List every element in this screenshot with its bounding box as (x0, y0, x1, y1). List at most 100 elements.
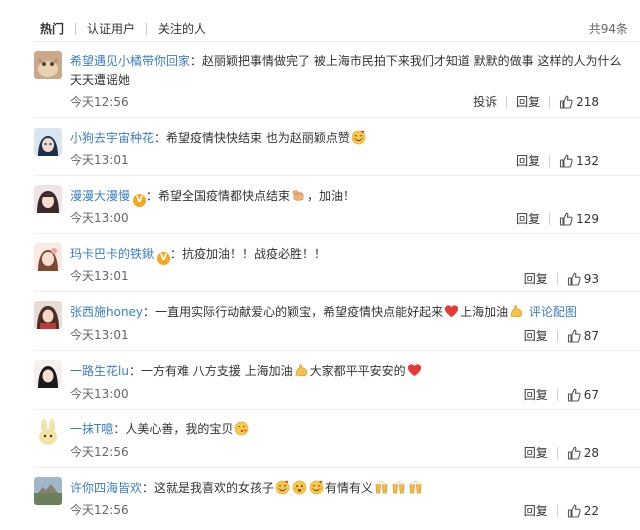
tab-verified-users[interactable]: 认证用户 (87, 20, 135, 38)
commenter-name[interactable]: 一抹T噫 (70, 422, 113, 436)
avatar[interactable] (34, 360, 62, 388)
action-divider (506, 96, 508, 108)
avatar[interactable] (34, 185, 62, 213)
verified-badge-icon: V (157, 252, 171, 265)
commenter-name[interactable]: 漫漫大漫慢 (70, 189, 130, 203)
avatar[interactable] (34, 243, 62, 271)
commenter-name[interactable]: 一路生花lu (70, 364, 129, 378)
name-separator: ： (170, 247, 183, 261)
tab-hot[interactable]: 热门 (40, 20, 64, 38)
commenter-name[interactable]: 许你四海皆欢 (70, 481, 142, 495)
commenter-name[interactable]: 希望遇见小橘带你回家 (70, 54, 190, 68)
comment-text: ，加油！ (307, 189, 356, 203)
comment-time: 今天13:00 (70, 211, 129, 225)
reply-button[interactable]: 回复 (516, 153, 540, 169)
reply-button[interactable]: 回复 (524, 328, 548, 344)
divider (34, 409, 640, 410)
commenter-name[interactable]: 小狗去宇宙种花 (70, 131, 154, 145)
name-separator: ： (128, 364, 141, 378)
like-count: 67 (583, 388, 599, 402)
comment-time: 今天13:01 (70, 269, 129, 283)
comment-body: 小狗去宇宙种花：希望疫情快快结束 也为赵丽颖点赞 (70, 129, 628, 148)
thumbs-up-icon (567, 329, 581, 343)
divider (34, 41, 640, 42)
comment-text: 希望疫情快快结束 也为赵丽颖点赞 (166, 131, 350, 145)
view-comment-image-link[interactable]: 评论配图 (529, 305, 577, 319)
kiss-face-emoji-icon (234, 421, 249, 436)
action-divider (556, 505, 558, 517)
comment-actions: 投诉 回复 218 (473, 94, 599, 110)
name-separator: ： (143, 305, 156, 319)
divider (34, 117, 640, 118)
reply-button[interactable]: 回复 (524, 445, 548, 461)
divider (34, 175, 640, 176)
like-button[interactable]: 132 (559, 153, 599, 169)
comment-time: 今天13:01 (70, 153, 129, 167)
avatar[interactable] (34, 418, 62, 446)
avatar[interactable] (34, 128, 62, 156)
divider (34, 350, 640, 351)
comment-total-count: 共94条 (588, 22, 628, 36)
reply-button[interactable]: 回复 (524, 503, 548, 519)
avatar[interactable] (34, 301, 62, 329)
commenter-name[interactable]: 张西施honey (70, 305, 143, 319)
thumbs-up-icon (567, 504, 581, 518)
name-separator: ： (113, 422, 126, 436)
comment-text: 这就是我喜欢的女孩子 (154, 481, 275, 495)
thumbs-up-icon (559, 212, 573, 226)
comment-text: 一方有难 八方支援 上海加油 (140, 364, 293, 378)
muscle-emoji-icon (509, 304, 524, 319)
comment-actions: 回复 28 (524, 445, 599, 461)
fist-emoji-icon (291, 188, 306, 203)
reply-button[interactable]: 回复 (516, 94, 540, 110)
heart-emoji-icon (444, 304, 459, 319)
cheers-emoji-icon (391, 480, 406, 495)
comment-body: 一抹T噫：人美心善，我的宝贝 (70, 420, 628, 439)
action-divider (556, 273, 558, 285)
thumbs-up-icon (559, 154, 573, 168)
name-separator: ： (190, 54, 203, 68)
divider (34, 291, 640, 292)
love-face-emoji-icon (275, 480, 290, 495)
love-face-emoji-icon (351, 130, 366, 145)
wow-face-emoji-icon (292, 480, 307, 495)
thumbs-up-icon (567, 272, 581, 286)
divider (34, 233, 640, 234)
like-button[interactable]: 28 (567, 445, 599, 461)
cheers-emoji-icon (374, 480, 389, 495)
avatar[interactable] (34, 477, 62, 505)
comment-body: 许你四海皆欢：这就是我喜欢的女孩子 有情有义 (70, 479, 628, 498)
verified-badge-icon: V (133, 194, 147, 207)
tab-following[interactable]: 关注的人 (158, 20, 206, 38)
divider (34, 467, 640, 468)
like-button[interactable]: 129 (559, 211, 599, 227)
like-count: 129 (576, 212, 599, 226)
comment-time: 今天13:01 (70, 328, 129, 342)
report-button[interactable]: 投诉 (473, 94, 497, 110)
cheers-emoji-icon (408, 480, 423, 495)
like-button[interactable]: 87 (567, 328, 599, 344)
comment-actions: 回复 129 (516, 211, 599, 227)
name-separator: ： (154, 131, 167, 145)
comment-text: 大家都平平安安的 (309, 364, 406, 378)
comment-text: 抗疫加油！！战疫必胜！！ (182, 247, 327, 261)
comment-body: 希望遇见小橘带你回家：赵丽颖把事情做完了 被上海市民拍下来我们才知道 默默的做事… (70, 52, 628, 90)
name-separator: ： (146, 189, 159, 203)
avatar[interactable] (34, 51, 62, 79)
muscle-emoji-icon (294, 363, 309, 378)
like-button[interactable]: 93 (567, 271, 599, 287)
reply-button[interactable]: 回复 (524, 271, 548, 287)
commenter-name[interactable]: 玛卡巴卡的铁鍬 (70, 247, 154, 261)
comment-body: 漫漫大漫慢 V ：希望全国疫情都快点结束 ，加油！ (70, 187, 628, 207)
action-divider (549, 155, 551, 167)
tab-divider (146, 23, 148, 35)
like-count: 132 (576, 154, 599, 168)
thumbs-up-icon (567, 446, 581, 460)
like-button[interactable]: 67 (567, 387, 599, 403)
thumbs-up-icon (559, 95, 573, 109)
reply-button[interactable]: 回复 (516, 211, 540, 227)
reply-button[interactable]: 回复 (524, 387, 548, 403)
like-button[interactable]: 22 (567, 503, 599, 519)
like-button[interactable]: 218 (559, 94, 599, 110)
like-count: 218 (576, 95, 599, 109)
